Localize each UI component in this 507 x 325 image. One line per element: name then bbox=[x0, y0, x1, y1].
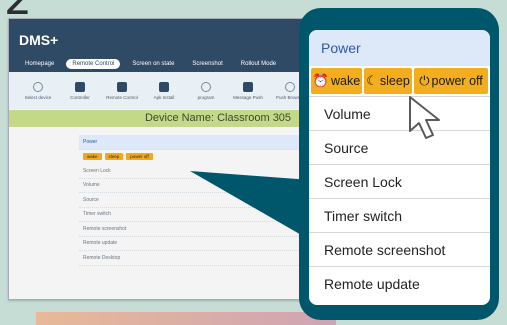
menu-item-remote-update[interactable]: Remote update bbox=[309, 267, 490, 301]
power-button-row: ⏰ wake ☾ sleep ⏻ power off bbox=[309, 66, 490, 97]
moon-icon: ☾ bbox=[366, 73, 378, 88]
power-menu-zoomed: Power ⏰ wake ☾ sleep ⏻ power off Volume Sou… bbox=[309, 30, 490, 305]
menu-item-remote-screenshot[interactable]: Remote screenshot bbox=[309, 233, 490, 267]
menu-item-screen-lock[interactable]: Screen Lock bbox=[309, 165, 490, 199]
zoom-callout: Power ⏰ wake ☾ sleep ⏻ power off Volume Sou… bbox=[299, 8, 499, 320]
mouse-pointer-icon bbox=[409, 96, 440, 139]
power-header[interactable]: Power bbox=[309, 30, 490, 66]
menu-item-timer-switch[interactable]: Timer switch bbox=[309, 199, 490, 233]
sleep-button[interactable]: ☾ sleep bbox=[364, 68, 412, 94]
power-icon: ⏻ bbox=[419, 73, 430, 88]
wake-button[interactable]: ⏰ wake bbox=[311, 68, 362, 94]
wake-label: wake bbox=[331, 74, 361, 88]
power-off-label: power off bbox=[431, 74, 483, 88]
alarm-clock-icon: ⏰ bbox=[312, 73, 329, 88]
sleep-label: sleep bbox=[379, 74, 410, 88]
power-off-button[interactable]: ⏻ power off bbox=[414, 68, 488, 94]
menu-item-source[interactable]: Source bbox=[309, 131, 490, 165]
menu-item-volume[interactable]: Volume bbox=[309, 97, 490, 131]
